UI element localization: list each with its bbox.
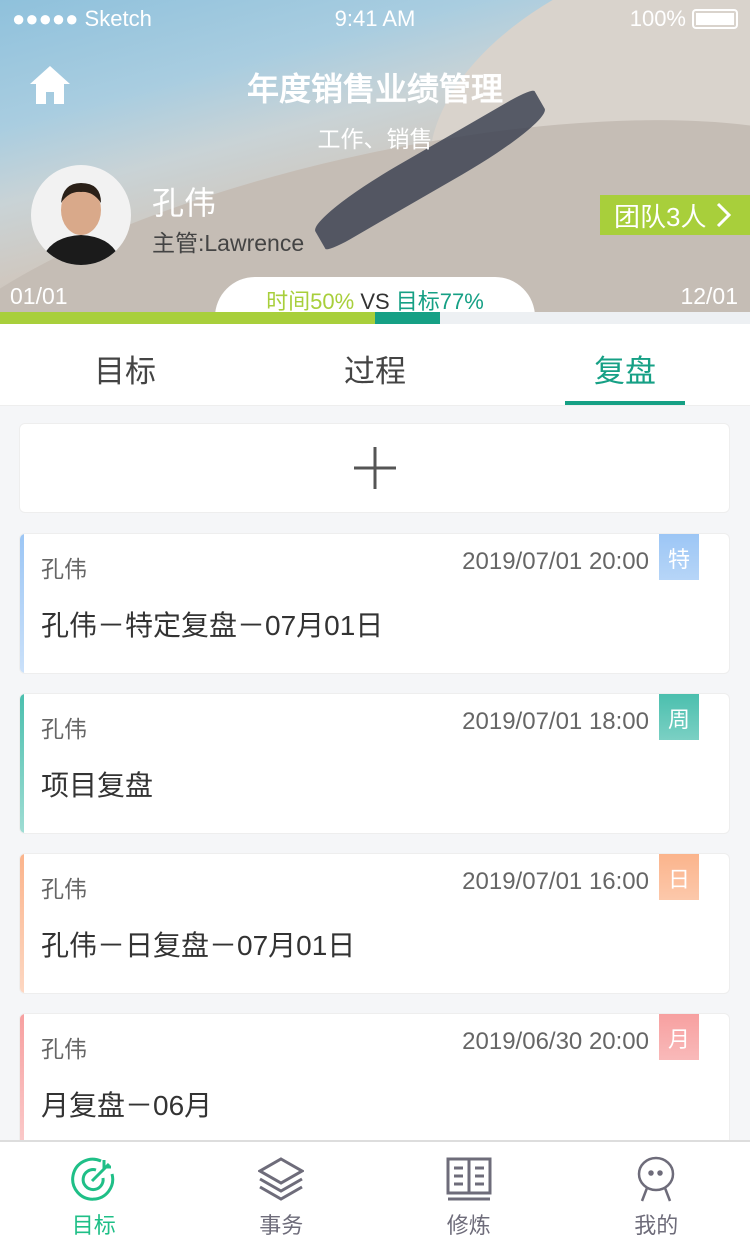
card-stripe xyxy=(20,854,24,993)
time-progress-label: 时间50% xyxy=(266,289,355,312)
battery-icon xyxy=(692,9,738,29)
plus-icon xyxy=(353,447,396,489)
review-card[interactable]: 孔伟 2019/07/01 20:00 特 孔伟－特定复盘－07月01日 xyxy=(19,533,730,674)
card-stripe xyxy=(20,694,24,833)
person-icon xyxy=(638,1156,675,1202)
card-time: 2019/07/01 16:00 xyxy=(462,868,649,895)
bottom-nav: 目标 事务 修炼 我的 xyxy=(0,1140,750,1250)
card-stripe xyxy=(20,1014,24,1153)
review-card[interactable]: 孔伟 2019/06/30 20:00 月 月复盘－06月 xyxy=(19,1013,730,1154)
card-author: 孔伟 xyxy=(41,876,87,902)
progress-bar xyxy=(0,312,750,324)
end-date: 12/01 xyxy=(680,283,738,309)
card-title: 月复盘－06月 xyxy=(41,1090,213,1121)
status-bar: ●●●●● Sketch 9:41 AM 100% xyxy=(0,6,750,36)
nav-practice[interactable]: 修炼 xyxy=(375,1142,563,1250)
card-type-tag: 周 xyxy=(659,694,699,740)
tab-process[interactable]: 过程 xyxy=(250,324,500,405)
card-author: 孔伟 xyxy=(41,716,87,742)
vs-label: VS xyxy=(360,289,390,312)
card-time: 2019/07/01 18:00 xyxy=(462,708,649,735)
progress-summary: 时间50% VS 目标77% xyxy=(215,277,535,312)
goal-progress-fill xyxy=(375,312,440,324)
team-button[interactable]: 团队3人 xyxy=(600,195,750,235)
review-card[interactable]: 孔伟 2019/07/01 18:00 周 项目复盘 xyxy=(19,693,730,834)
nav-tasks[interactable]: 事务 xyxy=(188,1142,376,1250)
goal-progress-label: 目标77% xyxy=(395,289,484,312)
target-icon xyxy=(70,1157,114,1201)
card-stripe xyxy=(20,534,24,673)
chevron-right-icon xyxy=(717,202,732,228)
layers-icon xyxy=(258,1157,305,1201)
card-time: 2019/06/30 20:00 xyxy=(462,1028,649,1055)
review-card[interactable]: 孔伟 2019/07/01 16:00 日 孔伟－日复盘－07月01日 xyxy=(19,853,730,994)
card-title: 孔伟－日复盘－07月01日 xyxy=(41,930,356,961)
tab-review[interactable]: 复盘 xyxy=(500,324,750,405)
book-icon xyxy=(446,1157,492,1201)
time-progress-fill xyxy=(0,312,375,324)
manager-name: 主管:Lawrence xyxy=(152,230,305,256)
page-title: 年度销售业绩管理 xyxy=(246,71,503,107)
card-title: 孔伟－特定复盘－07月01日 xyxy=(41,610,384,641)
page-subtitle: 工作、销售 xyxy=(317,126,433,152)
card-time: 2019/07/01 20:00 xyxy=(462,548,649,575)
nav-goals[interactable]: 目标 xyxy=(0,1142,188,1250)
nav-label: 我的 xyxy=(634,1213,679,1238)
nav-label: 目标 xyxy=(71,1213,116,1238)
nav-label: 事务 xyxy=(259,1213,304,1238)
add-review-button[interactable] xyxy=(19,423,730,513)
card-type-tag: 特 xyxy=(659,534,699,580)
nav-mine[interactable]: 我的 xyxy=(563,1142,750,1250)
user-name: 孔伟 xyxy=(152,185,217,221)
card-type-tag: 日 xyxy=(659,854,699,900)
card-type-tag: 月 xyxy=(659,1014,699,1060)
team-label: 团队3人 xyxy=(614,201,707,232)
nav-label: 修炼 xyxy=(446,1213,491,1238)
tab-goals[interactable]: 目标 xyxy=(0,324,250,405)
start-date: 01/01 xyxy=(10,283,68,309)
avatar[interactable] xyxy=(31,165,131,265)
card-title: 项目复盘 xyxy=(41,770,154,801)
card-author: 孔伟 xyxy=(41,1036,87,1062)
card-author: 孔伟 xyxy=(41,556,87,582)
tab-bar: 目标 过程 复盘 xyxy=(0,324,750,406)
header-banner: ●●●●● Sketch 9:41 AM 100% 年度销售业绩管理 工作、销售… xyxy=(0,0,750,312)
battery-percent: 100% xyxy=(629,6,686,31)
